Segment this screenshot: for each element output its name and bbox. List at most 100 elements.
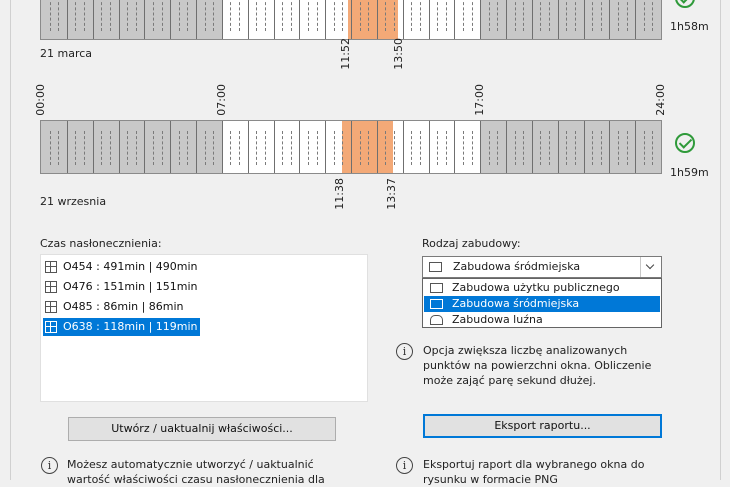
- minor-tick: [213, 0, 215, 31]
- hour-tick: [428, 121, 430, 173]
- hour-label-1700: 17:00: [473, 84, 486, 116]
- info-icon: i: [396, 343, 413, 360]
- create-update-properties-button[interactable]: Utwórz / uaktualnij właściwości...: [68, 417, 336, 441]
- minor-tick: [359, 131, 361, 165]
- ok-check-icon: [675, 133, 695, 153]
- minor-tick: [566, 131, 568, 165]
- hour-tick: [273, 0, 275, 39]
- minor-tick: [652, 131, 654, 165]
- building-option-loose[interactable]: Zabudowa luźna: [424, 312, 660, 328]
- info-icon: i: [396, 457, 413, 474]
- minor-tick: [445, 0, 447, 31]
- list-item-label: O485 : 86min | 86min: [63, 300, 184, 313]
- hour-tick: [351, 121, 352, 173]
- export-info-text: Eksportuj raport dla wybranego okna do r…: [423, 458, 645, 486]
- hour-tick: [506, 121, 507, 173]
- minor-tick: [445, 131, 447, 165]
- hour-tick: [66, 0, 68, 39]
- building-option-public[interactable]: Zabudowa użytku publicznego: [424, 280, 660, 296]
- hour-tick: [454, 0, 456, 39]
- window-icon: [45, 301, 57, 313]
- building-type-value: Zabudowa śródmiejska: [453, 260, 581, 273]
- hour-label-0700: 07:00: [215, 84, 228, 116]
- minor-tick: [626, 131, 628, 165]
- option-label: Zabudowa użytku publicznego: [452, 281, 620, 294]
- minor-tick: [540, 0, 542, 31]
- option-label: Zabudowa śródmiejska: [452, 297, 580, 310]
- minor-tick: [540, 131, 542, 165]
- hour-tick: [635, 121, 637, 173]
- hour-label-0000: 00:00: [34, 84, 47, 116]
- hour-tick: [531, 121, 533, 173]
- hour-tick: [428, 0, 430, 39]
- hour-tick: [92, 0, 94, 39]
- sun-timeline-march: [40, 0, 662, 40]
- list-item-label: O476 : 151min | 151min: [63, 280, 198, 293]
- sun-start-label-march: 11:52: [339, 38, 352, 70]
- hour-tick: [170, 0, 172, 39]
- hour-tick: [92, 121, 94, 173]
- hour-tick: [118, 121, 120, 173]
- minor-tick: [471, 0, 473, 31]
- sun-start-label-september: 11:38: [333, 178, 346, 210]
- sunlight-label: Czas nasłonecznienia:: [40, 237, 162, 250]
- sunlight-list[interactable]: O454 : 491min | 490min O476 : 151min | 1…: [40, 254, 368, 402]
- minor-tick: [58, 131, 60, 165]
- minor-tick: [239, 131, 241, 165]
- minor-tick: [497, 131, 499, 165]
- auto-info-text: Możesz automatycznie utworzyć / uaktualn…: [67, 458, 325, 486]
- minor-tick: [333, 0, 335, 31]
- minor-tick: [549, 131, 551, 165]
- minor-tick: [368, 0, 370, 31]
- minor-tick: [437, 131, 439, 165]
- loose-building-icon: [430, 315, 443, 325]
- duration-september: 1h59m: [670, 166, 709, 179]
- hour-tick: [583, 0, 585, 39]
- minor-tick: [316, 131, 318, 165]
- minor-tick: [127, 131, 129, 165]
- export-report-button[interactable]: Eksport raportu...: [423, 414, 662, 438]
- duration-march: 1h58m: [670, 20, 709, 33]
- minor-tick: [58, 0, 60, 31]
- chevron-down-icon[interactable]: [640, 257, 661, 277]
- window-icon: [45, 261, 57, 273]
- minor-tick: [394, 0, 396, 31]
- list-item[interactable]: O476 : 151min | 151min: [43, 278, 200, 296]
- list-item-selected[interactable]: O638 : 118min | 119min: [43, 318, 200, 336]
- minor-tick: [462, 131, 464, 165]
- hour-tick: [557, 0, 559, 39]
- minor-tick: [290, 131, 292, 165]
- ok-check-icon: [675, 0, 695, 8]
- hour-tick: [221, 0, 223, 39]
- option-info-text: Opcja zwiększa liczbę analizowanych punk…: [423, 344, 652, 387]
- hour-tick: [299, 0, 301, 39]
- list-item[interactable]: O454 : 491min | 490min: [43, 258, 200, 276]
- minor-tick: [127, 0, 129, 31]
- hour-tick: [144, 121, 146, 173]
- hour-tick: [273, 121, 275, 173]
- minor-tick: [626, 0, 628, 31]
- minor-tick: [592, 0, 594, 31]
- list-item[interactable]: O485 : 86min | 86min: [43, 298, 186, 316]
- hour-tick: [144, 0, 146, 39]
- minor-tick: [411, 131, 413, 165]
- minor-tick: [419, 131, 421, 165]
- hour-label-2400: 24:00: [654, 84, 667, 116]
- building-type-select[interactable]: Zabudowa śródmiejska: [422, 256, 662, 278]
- hour-tick: [402, 0, 404, 39]
- minor-tick: [101, 0, 103, 31]
- window-right-border: [720, 0, 730, 480]
- hour-tick: [221, 121, 223, 173]
- hour-tick: [557, 121, 559, 173]
- building-type-label: Rodzaj zabudowy:: [422, 237, 521, 250]
- minor-tick: [617, 131, 619, 165]
- minor-tick: [256, 0, 258, 31]
- minor-tick: [419, 0, 421, 31]
- minor-tick: [394, 131, 396, 165]
- minor-tick: [49, 0, 51, 31]
- minor-tick: [109, 0, 111, 31]
- hour-tick: [480, 0, 482, 39]
- timeline-segment: [41, 0, 222, 39]
- public-building-icon: [430, 283, 443, 293]
- building-option-downtown[interactable]: Zabudowa śródmiejska: [424, 296, 660, 312]
